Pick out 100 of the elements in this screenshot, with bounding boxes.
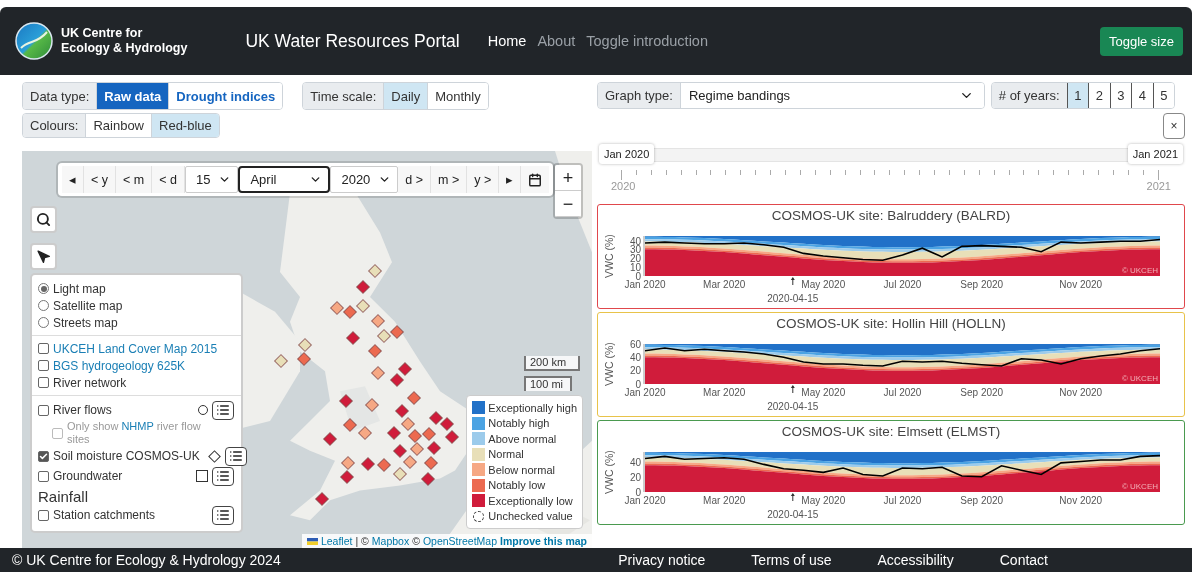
site-marker[interactable] (445, 430, 459, 444)
date-step-button[interactable]: < d (152, 166, 185, 193)
toggle-size-button[interactable]: Toggle size (1099, 26, 1183, 56)
list-button[interactable] (224, 446, 247, 466)
site-marker[interactable] (407, 391, 421, 405)
site-marker[interactable] (429, 411, 443, 425)
list-button[interactable] (212, 505, 234, 525)
site-marker[interactable] (358, 426, 372, 440)
site-marker[interactable] (274, 354, 288, 368)
list-button[interactable] (212, 466, 234, 486)
site-marker[interactable] (298, 338, 312, 352)
checkbox[interactable] (38, 509, 49, 521)
site-marker[interactable] (377, 458, 391, 472)
site-marker[interactable] (356, 280, 370, 294)
site-marker[interactable] (343, 305, 357, 319)
date-step-button[interactable]: m > (431, 166, 468, 193)
zoom-button[interactable]: − (555, 191, 581, 217)
search-button[interactable] (30, 206, 57, 233)
checkbox[interactable] (38, 343, 49, 354)
site-marker[interactable] (390, 325, 404, 339)
footer-link[interactable]: Contact (999, 552, 1048, 568)
checkbox[interactable] (38, 404, 49, 416)
footer-link[interactable]: Privacy notice (618, 552, 706, 568)
site-marker[interactable] (340, 470, 354, 484)
site-marker[interactable] (341, 456, 355, 470)
site-marker[interactable] (330, 301, 344, 315)
year-button[interactable]: 5 (1152, 83, 1174, 108)
site-marker[interactable] (346, 331, 360, 345)
site-marker[interactable] (343, 418, 357, 432)
site-marker[interactable] (395, 404, 409, 418)
date-select[interactable]: 2020 (330, 166, 399, 193)
site-marker[interactable] (393, 467, 407, 481)
site-marker[interactable] (371, 314, 385, 328)
footer-link[interactable]: Terms of use (751, 552, 832, 568)
calendar-button[interactable] (521, 166, 550, 193)
site-marker[interactable] (401, 417, 415, 431)
attribution-link[interactable]: Leaflet (320, 535, 353, 547)
site-marker[interactable] (421, 472, 435, 486)
site-marker[interactable] (403, 455, 417, 469)
checkbox[interactable] (38, 470, 49, 482)
toggle-button[interactable]: Daily (383, 83, 428, 109)
range-handle[interactable]: Jan 2020 (599, 144, 655, 164)
site-marker[interactable] (408, 429, 422, 443)
site-marker[interactable] (339, 394, 353, 408)
legend-label: Notably high (488, 417, 550, 430)
site-marker[interactable] (368, 344, 382, 358)
date-step-button[interactable]: d > (398, 166, 432, 193)
year-button[interactable]: 1 (1066, 83, 1088, 108)
layer-link[interactable]: BGS hydrogeology 625K (53, 358, 186, 373)
site-marker[interactable] (427, 441, 441, 455)
time-range-slider[interactable]: Jan 2020 Jan 2021 (599, 144, 1183, 166)
range-handle[interactable]: Jan 2021 (1127, 144, 1183, 164)
site-marker[interactable] (365, 398, 379, 412)
checkbox[interactable] (38, 377, 49, 388)
site-marker[interactable] (390, 373, 404, 387)
nav-link[interactable]: Toggle introduction (586, 33, 708, 49)
attribution-link[interactable]: Mapbox (371, 535, 410, 547)
footer-link[interactable]: Accessibility (877, 552, 954, 568)
site-marker[interactable] (323, 432, 337, 446)
site-marker[interactable] (361, 457, 375, 471)
toggle-button[interactable]: Raw data (96, 83, 169, 109)
date-step-button[interactable]: ◂ (62, 166, 84, 193)
locate-button[interactable] (30, 243, 57, 270)
date-step-button[interactable]: y > (467, 166, 500, 193)
date-select[interactable]: April (238, 166, 331, 193)
axis-title: VWC (%) (603, 450, 615, 494)
list-button[interactable] (212, 400, 234, 420)
site-marker[interactable] (393, 444, 407, 458)
site-marker[interactable] (297, 352, 311, 366)
site-marker[interactable] (424, 456, 438, 470)
site-marker[interactable] (387, 426, 401, 440)
date-select[interactable]: 15 (184, 166, 239, 193)
attribution-link[interactable]: OpenStreetMap (422, 535, 498, 547)
site-marker[interactable] (371, 366, 385, 380)
chart-credit: © UKCEH (1121, 482, 1158, 491)
site-marker[interactable] (377, 329, 391, 343)
site-marker[interactable] (422, 427, 436, 441)
site-marker[interactable] (368, 264, 382, 278)
site-marker[interactable] (356, 299, 370, 313)
site-marker[interactable] (410, 442, 424, 456)
graph-type-select[interactable]: Regime bandings (679, 83, 984, 108)
attribution-link[interactable]: Improve this map (500, 535, 587, 547)
site-marker[interactable] (398, 362, 412, 376)
zoom-button[interactable]: + (555, 165, 581, 191)
legend-label: Below normal (488, 463, 555, 476)
toggle-button[interactable]: Drought indices (168, 83, 283, 109)
layer-link[interactable]: UKCEH Land Cover Map 2015 (53, 341, 218, 356)
checkbox[interactable] (38, 450, 49, 462)
layer-label: Streets map (53, 315, 118, 330)
nav-link[interactable]: Home (487, 33, 527, 49)
toggle-button[interactable]: Red-blue (151, 114, 219, 137)
nav-link[interactable]: About (537, 33, 576, 49)
date-step-button[interactable]: < y (84, 166, 117, 193)
date-step-button[interactable]: < m (116, 166, 153, 193)
checkbox[interactable] (38, 360, 49, 371)
close-button[interactable]: × (1163, 113, 1185, 139)
date-step-button[interactable]: ▸ (499, 166, 522, 193)
toggle-button[interactable]: Monthly (427, 83, 488, 109)
site-marker[interactable] (315, 492, 329, 506)
site-marker[interactable] (440, 417, 454, 431)
